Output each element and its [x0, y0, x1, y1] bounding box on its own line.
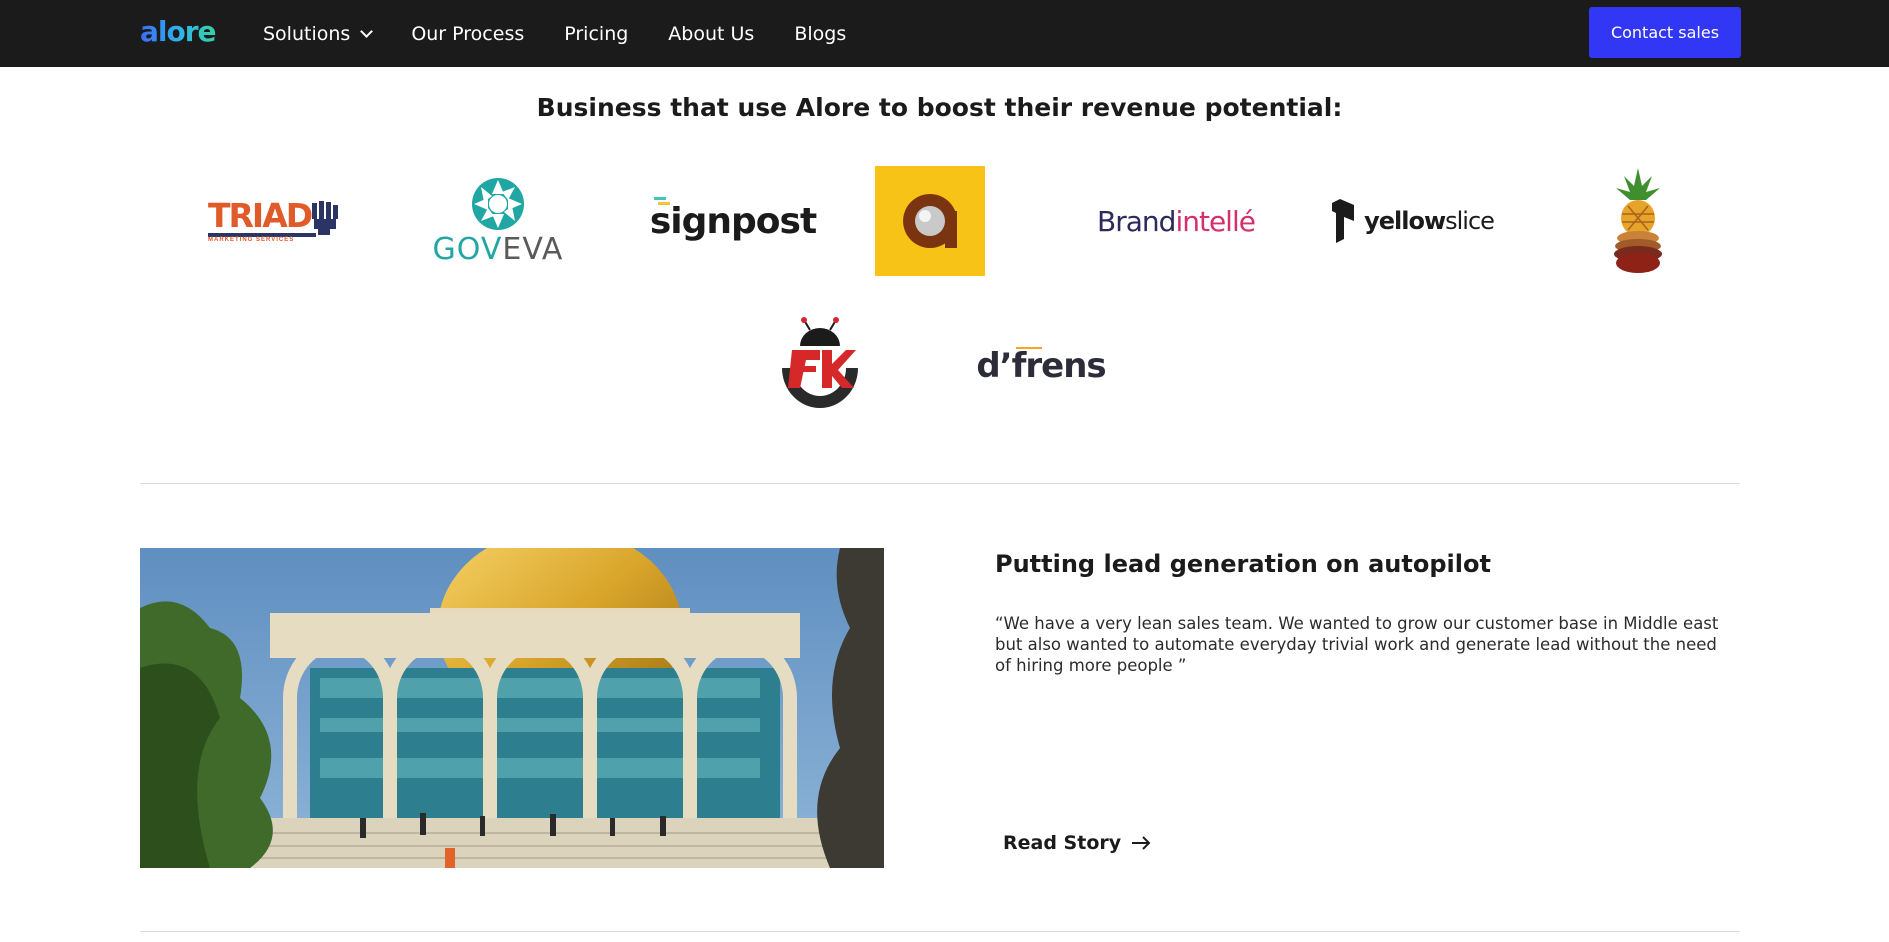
alore-logo[interactable]: alore	[140, 15, 217, 48]
client-logo-triad: TRIAD MARKETING SERVICES	[182, 166, 342, 276]
client-logo-a-badge	[875, 166, 985, 276]
signpost-mark-icon	[653, 196, 670, 205]
goveva-wordmark: GOVEVA	[432, 231, 564, 267]
arrow-right-icon	[1132, 836, 1151, 850]
nav-item-our-process[interactable]: Our Process	[411, 23, 524, 45]
client-logo-yellowslice: yellow slice	[1330, 166, 1495, 276]
client-logo-brandintelle: Brandintellé	[1096, 166, 1256, 276]
pineapple-icon	[1614, 168, 1662, 273]
client-logo-pineapple	[1558, 166, 1718, 276]
dfrens-wordmark: d’frens	[976, 346, 1106, 386]
case-study-quote: “We have a very lean sales team. We want…	[995, 614, 1719, 675]
yellowslice-wordmark: yellow slice	[1330, 199, 1495, 243]
client-logo-signpost: signpost	[649, 166, 817, 276]
a-badge-icon	[875, 166, 985, 276]
main-menu: Solutions Our Process Pricing About Us B…	[263, 0, 886, 67]
triad-wordmark: TRIAD	[208, 196, 313, 235]
yellowslice-mark-icon	[1332, 199, 1355, 243]
client-logo-goveva: GOVEVA	[418, 166, 578, 276]
brandintelle-wordmark: Brandintellé	[1097, 204, 1256, 238]
top-navbar: alore Solutions Our Process Pricing Abou…	[0, 0, 1889, 67]
case-study-photo	[140, 548, 884, 868]
contact-sales-button[interactable]: Contact sales	[1589, 7, 1741, 58]
nav-item-solutions[interactable]: Solutions	[263, 22, 374, 45]
nav-item-label: Solutions	[263, 22, 351, 45]
read-story-link[interactable]: Read Story	[1003, 832, 1151, 854]
goveva-emblem-icon	[472, 177, 524, 230]
nav-item-pricing[interactable]: Pricing	[564, 23, 628, 45]
nav-item-about-us[interactable]: About Us	[668, 23, 754, 45]
read-story-label: Read Story	[1003, 832, 1122, 854]
clients-heading: Business that use Alore to boost their r…	[536, 93, 1343, 122]
client-logo-ak	[740, 311, 900, 421]
triad-subtext: MARKETING SERVICES	[208, 237, 295, 243]
chevron-down-icon	[360, 24, 374, 38]
client-logo-dfrens: d’frens	[961, 311, 1121, 421]
section-divider	[140, 483, 1740, 484]
case-study-title: Putting lead generation on autopilot	[995, 550, 1491, 578]
ak-bug-icon	[782, 317, 858, 408]
signpost-wordmark: signpost	[649, 200, 817, 242]
dome-of-the-rock-photo	[140, 548, 884, 868]
section-divider-bottom	[140, 931, 1740, 932]
dfrens-accent	[1016, 347, 1043, 349]
hand-icon	[312, 201, 338, 235]
nav-item-blogs[interactable]: Blogs	[794, 23, 846, 45]
